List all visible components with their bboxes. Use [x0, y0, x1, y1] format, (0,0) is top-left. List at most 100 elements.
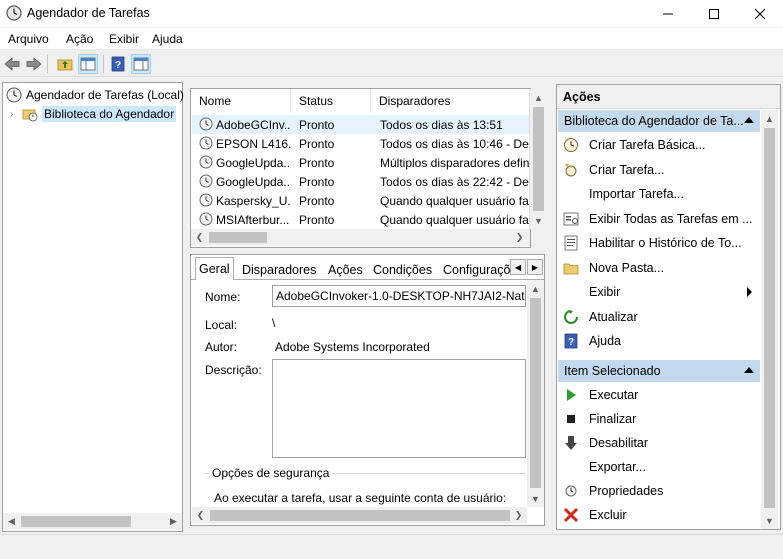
- forward-button[interactable]: [24, 54, 44, 74]
- collapse-caret-icon[interactable]: [744, 117, 754, 123]
- tree-item-library[interactable]: › Biblioteca do Agendador: [10, 105, 177, 123]
- column-header-name[interactable]: Nome: [191, 89, 291, 113]
- actions-section-library[interactable]: Biblioteca do Agendador de Ta...: [558, 110, 760, 132]
- menu-acao[interactable]: Ação: [66, 32, 93, 46]
- action-item-ajuda[interactable]: ? Ajuda: [558, 330, 760, 352]
- action-item-nova-pasta[interactable]: Nova Pasta...: [558, 257, 760, 279]
- scroll-right-icon[interactable]: ❯: [510, 507, 527, 524]
- action-pane-icon: [133, 57, 149, 71]
- task-scheduler-app-icon: [6, 5, 22, 21]
- scroll-thumb[interactable]: [209, 232, 267, 243]
- clock-icon: [6, 87, 22, 103]
- scroll-thumb[interactable]: [530, 298, 541, 488]
- tab-geral-label: Geral: [199, 262, 230, 276]
- action-label: Atualizar: [589, 309, 638, 324]
- tree-item-root[interactable]: Agendador de Tarefas (Local): [6, 86, 184, 104]
- menu-arquivo[interactable]: Arquivo: [8, 32, 49, 46]
- action-item-executar[interactable]: Executar: [558, 384, 760, 406]
- tab-scroll-left-button[interactable]: ◀: [510, 259, 526, 275]
- minimize-button[interactable]: [645, 0, 691, 27]
- help-toolbar-button[interactable]: ?: [108, 54, 128, 74]
- column-status-label: Status: [299, 94, 334, 108]
- scroll-down-icon[interactable]: ▼: [527, 490, 544, 507]
- details-vertical-scrollbar[interactable]: ▲ ▼: [527, 280, 544, 507]
- tab-disparadores[interactable]: Disparadores: [239, 259, 319, 280]
- task-trigger: Múltiplos disparadores defin: [380, 156, 529, 170]
- scroll-up-icon[interactable]: ▲: [761, 110, 778, 127]
- author-value: Adobe Systems Incorporated: [275, 340, 430, 354]
- action-item-importar-tarefa[interactable]: Importar Tarefa...: [558, 183, 760, 205]
- disable-icon: [565, 436, 577, 450]
- task-status: Pronto: [299, 118, 335, 132]
- action-item-exibir-todas-as-tarefas-em[interactable]: Exibir Todas as Tarefas em ...: [558, 208, 760, 230]
- scroll-up-icon[interactable]: ▲: [527, 280, 544, 297]
- show-hide-action-pane-button[interactable]: [131, 54, 151, 74]
- create-task-icon: [565, 163, 577, 176]
- description-label: Descrição:: [205, 363, 262, 377]
- show-hide-console-tree-button[interactable]: [78, 54, 98, 74]
- column-header-status[interactable]: Status: [291, 89, 371, 113]
- menu-exibir[interactable]: Exibir: [109, 32, 139, 46]
- action-item-exibir[interactable]: Exibir: [558, 281, 760, 303]
- description-field[interactable]: [272, 359, 526, 458]
- maximize-button[interactable]: [691, 0, 737, 27]
- table-row[interactable]: Kaspersky_U... Pronto Quando qualquer usuá…: [192, 191, 529, 210]
- actions-section-selected-item[interactable]: Item Selecionado: [558, 360, 760, 382]
- scroll-down-icon[interactable]: ▼: [530, 212, 547, 229]
- scroll-up-icon[interactable]: ▲: [530, 89, 547, 106]
- scroll-thumb[interactable]: [21, 516, 131, 527]
- action-item-desabilitar[interactable]: Desabilitar: [558, 432, 760, 454]
- task-clock-icon: [199, 212, 213, 226]
- tab-geral[interactable]: Geral: [195, 257, 234, 280]
- action-label: Executar: [589, 388, 639, 402]
- back-button[interactable]: [2, 54, 22, 74]
- tab-configuracoes[interactable]: Configuraçõ: [440, 259, 510, 280]
- scroll-thumb[interactable]: [533, 107, 544, 211]
- action-item-excluir[interactable]: Excluir: [558, 504, 760, 526]
- tree-horizontal-scrollbar[interactable]: ◀ ▶: [3, 513, 182, 530]
- table-row[interactable]: MSIAfterbur... Pronto Quando qualquer usuá…: [192, 210, 529, 229]
- action-item-exportar[interactable]: Exportar...: [558, 456, 760, 478]
- task-status: Pronto: [299, 213, 335, 227]
- details-horizontal-scrollbar[interactable]: ❮ ❯: [192, 507, 527, 524]
- collapse-caret-icon[interactable]: [744, 367, 754, 373]
- table-row[interactable]: GoogleUpda... Pronto Todos os dias às 22:4…: [192, 172, 529, 191]
- action-item-propriedades[interactable]: Propriedades: [558, 480, 760, 502]
- action-item-atualizar[interactable]: Atualizar: [558, 306, 760, 328]
- tab-condicoes[interactable]: Condições: [370, 259, 435, 280]
- actions-vertical-scrollbar[interactable]: ▲ ▼: [761, 110, 778, 529]
- action-label: Desabilitar: [589, 436, 649, 450]
- action-item-criar-tarefa[interactable]: Criar Tarefa...: [558, 159, 760, 181]
- toolbar-separator: [47, 55, 48, 73]
- scroll-left-icon[interactable]: ❮: [191, 229, 208, 246]
- table-row[interactable]: AdobeGCInv... Pronto Todos os dias às 13:5…: [192, 115, 529, 134]
- action-label: Criar Tarefa...: [589, 162, 665, 177]
- tab-scroll-right-button[interactable]: ▶: [527, 259, 543, 275]
- scroll-thumb[interactable]: [210, 510, 510, 521]
- scroll-right-icon[interactable]: ▶: [165, 513, 182, 530]
- scroll-thumb[interactable]: [764, 128, 775, 508]
- scroll-left-icon[interactable]: ◀: [3, 513, 20, 530]
- name-field[interactable]: AdobeGCInvoker-1.0-DESKTOP-NH7JAI2-Natan: [272, 285, 526, 307]
- close-button[interactable]: [737, 0, 783, 27]
- action-item-habilitar-o-hist-rico-de-to[interactable]: Habilitar o Histórico de To...: [558, 232, 760, 254]
- scroll-left-icon[interactable]: ❮: [192, 507, 209, 524]
- action-item-criar-tarefa-b-sica[interactable]: Criar Tarefa Básica...: [558, 134, 760, 156]
- task-list-vertical-scrollbar[interactable]: ▲ ▼: [529, 89, 546, 229]
- task-list-horizontal-scrollbar[interactable]: ❮ ❯: [191, 229, 530, 246]
- scroll-down-icon[interactable]: ▼: [761, 512, 778, 529]
- tab-acoes[interactable]: Ações: [325, 259, 366, 280]
- action-item-finalizar[interactable]: Finalizar: [558, 408, 760, 430]
- task-name: GoogleUpda...: [216, 175, 291, 189]
- table-row[interactable]: EPSON L416... Pronto Todos os dias às 10:4…: [192, 134, 529, 153]
- action-label: Exibir: [589, 285, 621, 299]
- menu-ajuda[interactable]: Ajuda: [152, 32, 183, 46]
- forward-arrow-icon: [26, 57, 42, 71]
- task-clock-icon: [199, 174, 213, 188]
- column-header-triggers[interactable]: Disparadores: [371, 89, 531, 113]
- scroll-right-icon[interactable]: ❯: [511, 229, 528, 246]
- up-folder-button[interactable]: [55, 54, 75, 74]
- security-group-title: Opções de segurança: [209, 466, 333, 480]
- table-row[interactable]: GoogleUpda... Pronto Múltiplos disparadore…: [192, 153, 529, 172]
- author-label: Autor:: [205, 340, 238, 354]
